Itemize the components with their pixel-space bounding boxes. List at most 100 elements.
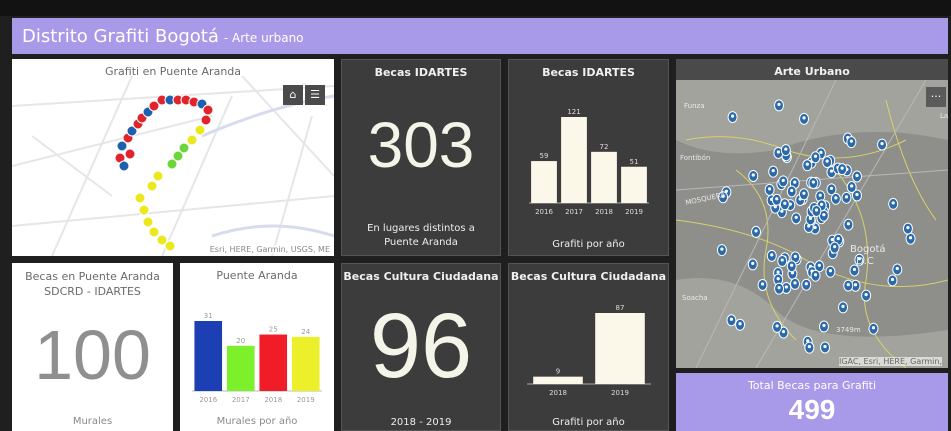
indicator-title-line2: SDCRD - IDARTES [44,285,141,298]
map-marker[interactable] [757,278,768,291]
map-marker[interactable] [892,263,903,276]
map-marker[interactable] [716,244,727,257]
map-marker[interactable] [820,341,831,354]
map-attribution: Esri, HERE, Garmin, USGS, ME [209,245,330,254]
bar-value-label: 121 [567,108,580,116]
map-marker[interactable] [774,282,785,295]
indicator-title: Becas IDARTES [374,66,468,79]
top-bar [0,0,951,16]
map-marker[interactable] [852,170,863,183]
legend-list-icon[interactable]: ☰ [305,85,325,105]
indicator-value: 303 [367,109,475,181]
place-label: Bogotá [850,243,886,255]
indicator-becas-puente-aranda: Becas en Puente Aranda SDCRD - IDARTES 1… [12,263,173,431]
map-marker[interactable] [810,151,821,164]
map-marker[interactable] [804,341,815,354]
map-marker[interactable] [798,188,809,201]
map-marker[interactable] [811,205,822,218]
map-marker[interactable] [772,320,783,333]
map-marker[interactable] [748,170,759,183]
map-marker[interactable] [905,232,916,245]
map-canvas[interactable]: Funza Fontibón MOSQUERA Bogotá D.C Soach… [676,80,948,368]
x-tick-label: 2019 [297,396,315,404]
map-marker[interactable] [877,138,888,151]
map-marker[interactable] [846,181,857,194]
map-puente-aranda[interactable]: Grafiti en Puente Aranda ⌂ ☰ Esri, HERE,… [12,59,334,256]
map-marker[interactable] [727,111,738,124]
x-tick-label: 2017 [565,208,583,216]
map-marker[interactable] [843,279,854,292]
bar [194,321,223,391]
map-arte-urbano[interactable]: Arte Urbano Funza Fontibón MOSQUERA Bogo… [676,59,948,368]
place-label: Fontibón [680,154,710,162]
map-marker[interactable] [768,165,779,178]
map-marker[interactable] [902,222,913,235]
map-marker[interactable] [726,314,737,327]
bar [533,376,583,384]
chart-becas-cultura: Becas Cultura Ciudadana 9 2018 87 2019 Graf… [508,263,669,431]
x-tick-label: 2016 [535,208,553,216]
indicator-becas-idartes: Becas IDARTES 303 En lugares distintos a… [341,59,501,256]
map-marker[interactable] [837,163,848,176]
bar-chart: 31 2016 20 2017 25 2018 24 2019 [192,312,322,404]
map-marker[interactable] [778,175,789,188]
place-label: Soacha [682,294,708,302]
map-marker[interactable] [780,144,791,157]
map-marker[interactable] [846,136,857,149]
map-marker[interactable] [841,191,852,204]
bar-value-label: 59 [540,152,549,160]
bar-value-label: 25 [269,326,278,334]
bar [591,151,617,203]
indicator-caption: Murales [72,416,113,427]
map-marker[interactable] [843,218,854,231]
bar-chart: 59 2016 121 2017 72 2018 51 2019 [529,108,649,216]
map-marker[interactable] [829,241,840,254]
chart-caption: Grafiti por año [552,239,625,250]
map-marker[interactable] [779,198,790,211]
map-marker[interactable] [861,289,872,302]
bar [595,313,645,384]
bar [226,345,255,391]
map-marker[interactable] [735,318,746,331]
map-marker[interactable] [810,269,821,282]
place-label: La [940,112,948,120]
map-marker[interactable] [747,258,758,271]
map-marker[interactable] [786,260,797,273]
map-marker[interactable] [825,265,836,278]
map-marker[interactable] [799,112,810,125]
bar-value-label: 72 [600,143,609,151]
map-marker[interactable] [786,185,797,198]
bar-value-label: 51 [630,158,639,166]
map-marker[interactable] [887,274,898,287]
bar [259,334,288,391]
indicator-total-becas: Total Becas para Grafiti 499 [676,373,948,431]
bar-value-label: 87 [616,304,625,312]
map-marker[interactable] [888,197,899,210]
x-tick-label: 2018 [595,208,613,216]
map-marker[interactable] [868,322,879,335]
map-marker[interactable] [790,277,801,290]
x-tick-label: 2018 [549,389,567,397]
map-marker[interactable] [808,177,819,190]
map-marker[interactable] [777,255,788,268]
bar-chart: 9 2018 87 2019 [527,304,651,397]
map-marker[interactable] [802,159,813,172]
map-marker[interactable] [822,156,833,169]
map-marker[interactable] [766,249,777,262]
map-marker[interactable] [830,192,841,205]
bar-value-label: 24 [301,328,310,336]
map-marker[interactable] [791,212,802,225]
x-tick-label: 2019 [625,208,643,216]
map-marker[interactable] [773,99,784,112]
more-options-icon[interactable]: ··· [926,87,946,107]
bar-value-label: 20 [236,337,245,345]
map-marker[interactable] [764,183,775,196]
home-icon[interactable]: ⌂ [283,85,303,105]
map-marker[interactable] [838,301,849,314]
map-marker[interactable] [818,320,829,333]
map-marker[interactable] [801,278,812,291]
map-marker[interactable] [751,225,762,238]
x-tick-label: 2019 [611,389,629,397]
chart-caption: Murales por año [216,416,298,427]
map-attribution: IGAC, Esri, HERE, Garmin, [838,357,942,366]
